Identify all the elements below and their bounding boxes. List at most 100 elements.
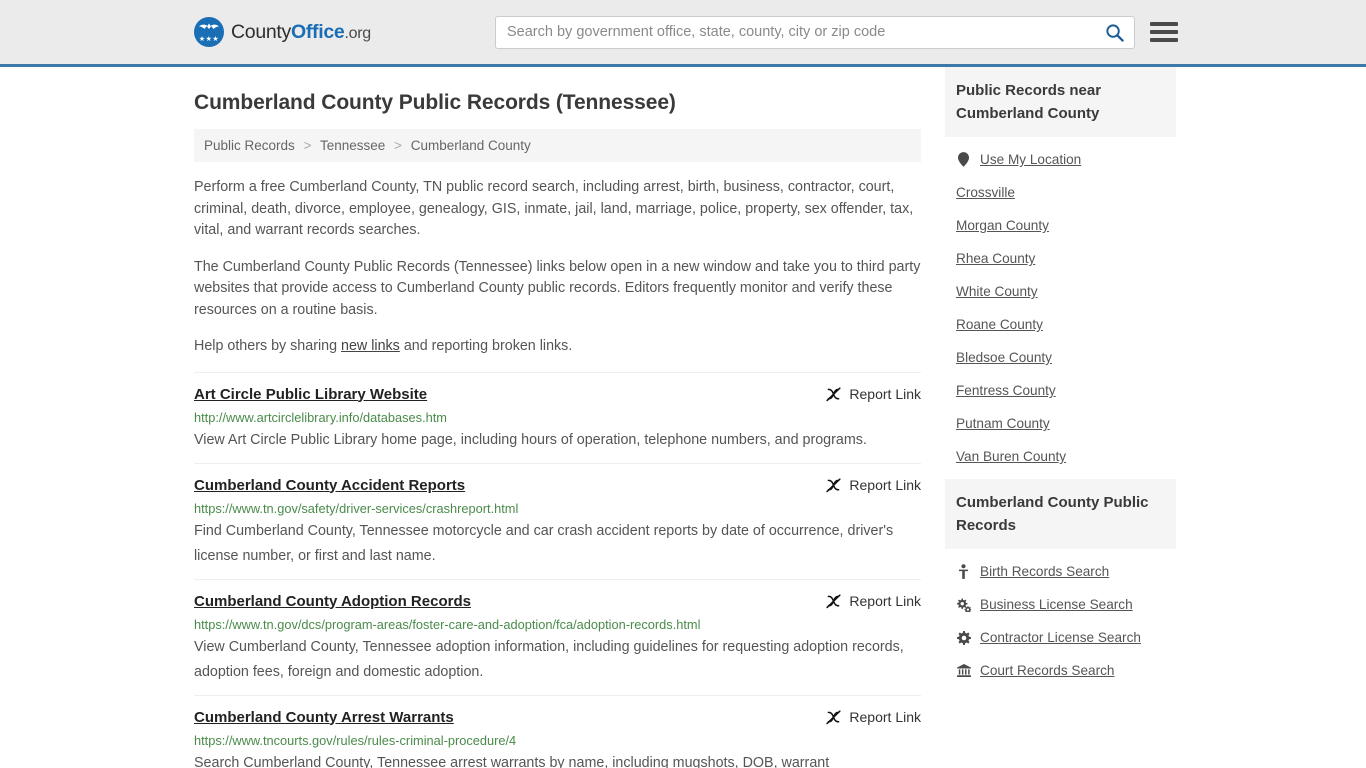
result-item: Cumberland County Accident Reports Repor… — [194, 462, 921, 579]
result-description: Search Cumberland County, Tennessee arre… — [194, 754, 830, 768]
breadcrumb-separator-2: > — [394, 138, 402, 153]
intro-paragraph-3: Help others by sharing new links and rep… — [194, 336, 921, 358]
sidebar-item-court-records-search[interactable]: Court Records Search — [945, 654, 1176, 687]
result-description: View Art Circle Public Library home page… — [194, 431, 867, 448]
sidebar-item-crossville[interactable]: Crossville — [945, 176, 1176, 209]
intro-p3-after: and reporting broken links. — [399, 338, 573, 354]
sidebar-item-putnam-county[interactable]: Putnam County — [945, 407, 1176, 440]
intro-paragraph-1: Perform a free Cumberland County, TN pub… — [194, 179, 914, 238]
sidebar-link-label[interactable]: Crossville — [956, 185, 1015, 200]
sidebar-item-business-license-search[interactable]: Business License Search — [945, 588, 1176, 621]
eagle-logo-icon: ★★★ — [194, 17, 224, 47]
search-button[interactable] — [1094, 17, 1134, 48]
sidebar-link-label[interactable]: Bledsoe County — [956, 350, 1052, 365]
sidebar-item-morgan-county[interactable]: Morgan County — [945, 209, 1176, 242]
county-records-list: Birth Records Search Business License Se… — [945, 549, 1176, 687]
result-url: https://www.tn.gov/safety/driver-service… — [194, 500, 519, 516]
nearby-records-heading: Public Records near Cumberland County — [945, 67, 1176, 137]
breadcrumb-item-tennessee[interactable]: Tennessee — [320, 138, 385, 153]
page-title: Cumberland County Public Records (Tennes… — [194, 91, 676, 114]
sidebar-link-label[interactable]: Putnam County — [956, 416, 1050, 431]
sidebar-item-bledsoe-county[interactable]: Bledsoe County — [945, 341, 1176, 374]
brand-tld: .org — [344, 24, 371, 42]
result-item: Cumberland County Arrest Warrants Report… — [194, 694, 921, 768]
sidebar-link-label[interactable]: White County — [956, 284, 1038, 299]
county-records-panel: Cumberland County Public Records Birth R… — [945, 479, 1176, 687]
broken-chain-icon — [826, 709, 842, 724]
breadcrumb-item-cumberland-county: Cumberland County — [410, 138, 531, 153]
county-records-heading: Cumberland County Public Records — [945, 479, 1176, 549]
sidebar-link-label[interactable]: Business License Search — [980, 597, 1133, 612]
search-icon — [1105, 23, 1124, 42]
sidebar-link-label[interactable]: Contractor License Search — [980, 630, 1141, 645]
intro-text: Perform a free Cumberland County, TN pub… — [194, 177, 921, 358]
result-description: View Cumberland County, Tennessee adopti… — [194, 638, 904, 680]
search-bar[interactable] — [495, 15, 1135, 49]
sidebar-link-label[interactable]: Court Records Search — [980, 663, 1114, 678]
new-links-link[interactable]: new links — [341, 338, 400, 354]
result-header: Art Circle Public Library Website Report… — [194, 385, 921, 404]
result-title-link[interactable]: Art Circle Public Library Website — [194, 385, 427, 404]
baby-icon — [956, 564, 971, 579]
sidebar-link-label[interactable]: Morgan County — [956, 218, 1049, 233]
broken-chain-icon — [826, 386, 842, 401]
courthouse-icon — [956, 664, 971, 677]
sidebar-item-birth-records-search[interactable]: Birth Records Search — [945, 555, 1176, 588]
report-link-button[interactable]: Report Link — [825, 477, 921, 494]
stars-glyph-icon: ★★★ — [198, 36, 220, 43]
nearby-records-panel: Public Records near Cumberland County Us… — [945, 67, 1176, 473]
broken-chain-icon — [826, 593, 842, 608]
result-url: https://www.tncourts.gov/rules/rules-cri… — [194, 732, 517, 748]
sidebar-link-label[interactable]: Fentress County — [956, 383, 1056, 398]
site-header: ★★★ CountyOffice.org — [0, 0, 1366, 67]
result-header: Cumberland County Arrest Warrants Report… — [194, 708, 921, 727]
sidebar-item-fentress-county[interactable]: Fentress County — [945, 374, 1176, 407]
report-link-label: Report Link — [849, 386, 921, 402]
sidebar-item-roane-county[interactable]: Roane County — [945, 308, 1176, 341]
result-item: Cumberland County Adoption Records Repor… — [194, 578, 921, 695]
sidebar-link-label[interactable]: Use My Location — [980, 152, 1081, 167]
report-link-label: Report Link — [849, 709, 921, 725]
sidebar-link-label[interactable]: Birth Records Search — [980, 564, 1109, 579]
page-body: Cumberland County Public Records (Tennes… — [0, 67, 1366, 768]
sidebar-item-contractor-license-search[interactable]: Contractor License Search — [945, 621, 1176, 654]
report-link-button[interactable]: Report Link — [825, 709, 921, 726]
sidebar: Public Records near Cumberland County Us… — [945, 67, 1176, 768]
intro-p3-before: Help others by sharing — [194, 338, 342, 354]
breadcrumb-separator-1: > — [303, 138, 312, 153]
sidebar-item-use-my-location[interactable]: Use My Location — [945, 143, 1176, 176]
nearby-records-list: Use My Location Crossville Morgan County… — [945, 137, 1176, 473]
result-title-link[interactable]: Cumberland County Accident Reports — [194, 476, 465, 495]
brand-part1: County — [231, 20, 291, 43]
site-logo[interactable]: ★★★ CountyOffice.org — [194, 17, 371, 47]
result-description: Find Cumberland County, Tennessee motorc… — [194, 522, 894, 564]
broken-chain-icon — [826, 477, 842, 492]
report-link-button[interactable]: Report Link — [825, 593, 921, 610]
breadcrumb: Public Records > Tennessee > Cumberland … — [194, 129, 921, 162]
brand-part2: Office — [291, 20, 345, 43]
result-title-link[interactable]: Cumberland County Arrest Warrants — [194, 708, 454, 727]
report-link-button[interactable]: Report Link — [825, 386, 921, 403]
eagle-glyph-icon — [199, 23, 219, 29]
main-content: Cumberland County Public Records (Tennes… — [194, 67, 921, 768]
hamburger-menu-button[interactable] — [1150, 20, 1178, 44]
sidebar-link-label[interactable]: Rhea County — [956, 251, 1035, 266]
map-pin-icon — [956, 152, 971, 167]
sidebar-link-label[interactable]: Van Buren County — [956, 449, 1066, 464]
sidebar-item-white-county[interactable]: White County — [945, 275, 1176, 308]
report-link-label: Report Link — [849, 593, 921, 609]
menu-bar-2 — [1150, 30, 1178, 34]
report-link-label: Report Link — [849, 477, 921, 493]
breadcrumb-item-public-records[interactable]: Public Records — [204, 138, 295, 153]
sidebar-item-rhea-county[interactable]: Rhea County — [945, 242, 1176, 275]
result-url: http://www.artcirclelibrary.info/databas… — [194, 409, 447, 425]
search-input[interactable] — [496, 16, 1094, 48]
sidebar-link-label[interactable]: Roane County — [956, 317, 1043, 332]
menu-bar-1 — [1150, 22, 1178, 26]
result-header: Cumberland County Accident Reports Repor… — [194, 476, 921, 495]
menu-bar-3 — [1150, 38, 1178, 42]
sidebar-item-van-buren-county[interactable]: Van Buren County — [945, 440, 1176, 473]
result-header: Cumberland County Adoption Records Repor… — [194, 592, 921, 611]
result-title-link[interactable]: Cumberland County Adoption Records — [194, 592, 471, 611]
gear-icon — [956, 630, 971, 645]
